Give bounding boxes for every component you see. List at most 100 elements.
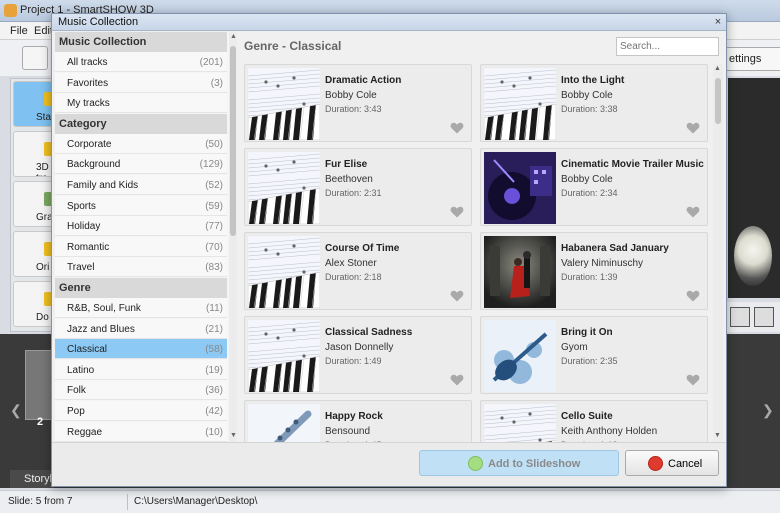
sidebar-item-count: (59) xyxy=(205,200,223,212)
tab-origin[interactable]: Ori xyxy=(13,231,55,277)
app-logo-icon xyxy=(4,4,17,17)
track-artist: Bobby Cole xyxy=(325,90,377,101)
sidebar-item-label: All tracks xyxy=(67,57,108,68)
track-card[interactable]: Bring it On Gyom Duration: 2:35 xyxy=(480,316,708,394)
track-title: Classical Sadness xyxy=(325,327,413,338)
sidebar-item[interactable]: Classical (58) xyxy=(55,339,227,360)
sidebar-item-count: (19) xyxy=(205,364,223,376)
track-card[interactable]: Into the Light Bobby Cole Duration: 3:38 xyxy=(480,64,708,142)
heart-icon[interactable] xyxy=(450,205,464,219)
sidebar-item[interactable]: Travel (83) xyxy=(55,257,227,278)
sidebar-item[interactable]: Corporate (50) xyxy=(55,133,227,154)
storyboard-tab[interactable]: Storyb xyxy=(10,470,56,488)
dialog-footer: Add to Slideshow Cancel xyxy=(52,442,726,486)
sidebar-item-label: Folk xyxy=(67,385,86,397)
heart-icon[interactable] xyxy=(686,373,700,387)
sidebar-item-label: Jazz and Blues xyxy=(67,323,135,335)
sidebar-item-label: Holiday xyxy=(67,221,101,233)
track-artist: Valery Niminuschy xyxy=(561,258,644,269)
scroll-up-icon[interactable]: ▲ xyxy=(714,65,721,72)
track-card[interactable]: Classical Sadness Jason Donnelly Duration:… xyxy=(244,316,472,394)
heart-icon[interactable] xyxy=(686,121,700,135)
sidebar-item[interactable]: Romantic (70) xyxy=(55,236,227,257)
track-artist: Alex Stoner xyxy=(325,258,377,269)
sidebar-scrollbar[interactable]: ▲ ▼ xyxy=(229,32,237,442)
dialog-title: Music Collection xyxy=(58,16,139,28)
search-input[interactable] xyxy=(616,37,719,56)
track-card[interactable]: Course Of Time Alex Stoner Duration: 2:18 xyxy=(244,232,472,310)
add-to-slideshow-button[interactable]: Add to Slideshow xyxy=(419,450,619,476)
tab-graphics[interactable]: Gra xyxy=(13,181,55,227)
camera-button[interactable] xyxy=(22,46,48,70)
track-duration: Duration: 3:38 xyxy=(561,104,618,114)
preview-flower-image xyxy=(734,226,772,286)
track-artist: Bobby Cole xyxy=(561,174,613,185)
heart-icon[interactable] xyxy=(686,289,700,303)
heart-icon[interactable] xyxy=(450,373,464,387)
slide-number: 2 xyxy=(37,416,44,428)
close-icon[interactable]: × xyxy=(712,16,724,28)
sidebar-item[interactable]: All tracks (201) xyxy=(55,52,227,72)
sidebar-item[interactable]: Jazz and Blues (21) xyxy=(55,318,227,339)
sidebar-item-label: Favorites xyxy=(67,77,109,89)
music-collection-dialog: Music Collection × ▲ ▼ Music Collection A… xyxy=(51,13,727,487)
track-title: Dramatic Action xyxy=(325,75,402,86)
menu-file[interactable]: File xyxy=(10,25,28,37)
track-thumbnail xyxy=(248,320,320,392)
grid-scrollbar[interactable]: ▲ ▼ xyxy=(713,64,723,442)
sidebar-item-label: Latino xyxy=(67,364,95,376)
sidebar-item[interactable]: Folk (36) xyxy=(55,380,227,401)
timeline-left-icon[interactable]: ❮ xyxy=(10,402,22,419)
sidebar-item[interactable]: Latino (19) xyxy=(55,359,227,380)
fullscreen-icon[interactable] xyxy=(754,307,774,327)
sidebar-item-label: Background xyxy=(67,159,121,171)
check-circle-icon xyxy=(468,456,483,471)
track-artist: Keith Anthony Holden xyxy=(561,426,658,437)
track-thumbnail xyxy=(484,68,556,140)
track-card[interactable]: Cinematic Movie Trailer Music Bobby Cole D… xyxy=(480,148,708,226)
track-card[interactable]: Fur Elise Beethoven Duration: 2:31 xyxy=(244,148,472,226)
tab-3d-transitions[interactable]: 3D tra xyxy=(13,131,55,177)
tab-start[interactable]: Star xyxy=(13,81,55,127)
track-card[interactable]: Cello SuiteKeith Anthony HoldenDuration:… xyxy=(480,400,708,442)
track-thumbnail xyxy=(248,152,320,224)
scroll-down-icon[interactable]: ▼ xyxy=(714,432,721,439)
track-thumbnail xyxy=(484,152,556,224)
track-card[interactable]: Habanera Sad January Valery Niminuschy Dur… xyxy=(480,232,708,310)
snapshot-icon[interactable] xyxy=(730,307,750,327)
scroll-down-icon[interactable]: ▼ xyxy=(230,432,237,439)
scroll-up-icon[interactable]: ▲ xyxy=(230,33,237,40)
track-card[interactable]: Happy RockBensoundDuration: 1:45 xyxy=(244,400,472,442)
sidebar-item[interactable]: R&B, Soul, Funk (11) xyxy=(55,298,227,318)
sidebar-item-count: (77) xyxy=(205,221,223,233)
sidebar-item[interactable]: Holiday (77) xyxy=(55,216,227,237)
track-duration: Duration: 2:35 xyxy=(561,356,618,366)
track-artist: Beethoven xyxy=(325,174,373,185)
timeline-right-icon[interactable]: ❯ xyxy=(762,402,774,419)
sidebar-item[interactable]: Favorites (3) xyxy=(55,72,227,93)
sidebar-item[interactable]: Background (129) xyxy=(55,154,227,175)
track-artist: Bensound xyxy=(325,426,371,437)
sidebar-item-count: (36) xyxy=(205,385,223,397)
sidebar-item[interactable]: Family and Kids (52) xyxy=(55,175,227,195)
track-thumbnail xyxy=(484,404,556,442)
sidebar-item[interactable]: Reggae (10) xyxy=(55,421,227,442)
settings-button[interactable]: ettings xyxy=(724,47,780,71)
track-card[interactable]: Dramatic Action Bobby Cole Duration: 3:43 xyxy=(244,64,472,142)
track-title: Into the Light xyxy=(561,75,625,86)
sidebar-item[interactable]: Pop (42) xyxy=(55,401,227,421)
sidebar-item-label: My tracks xyxy=(67,98,110,110)
sidebar-item-label: Corporate xyxy=(67,138,112,150)
sidebar-item-label: Reggae xyxy=(67,426,103,438)
tab-doc[interactable]: Do xyxy=(13,281,55,327)
heart-icon[interactable] xyxy=(450,121,464,135)
grid-scroll-thumb[interactable] xyxy=(715,78,721,124)
heart-icon[interactable] xyxy=(686,205,700,219)
cancel-button[interactable]: Cancel xyxy=(625,450,719,476)
sidebar-item[interactable]: My tracks xyxy=(55,93,227,114)
sidebar-item-count: (83) xyxy=(205,262,223,274)
track-duration: Duration: 1:39 xyxy=(561,272,618,282)
sidebar-scroll-thumb[interactable] xyxy=(230,46,236,236)
sidebar-item[interactable]: Sports (59) xyxy=(55,195,227,216)
heart-icon[interactable] xyxy=(450,289,464,303)
